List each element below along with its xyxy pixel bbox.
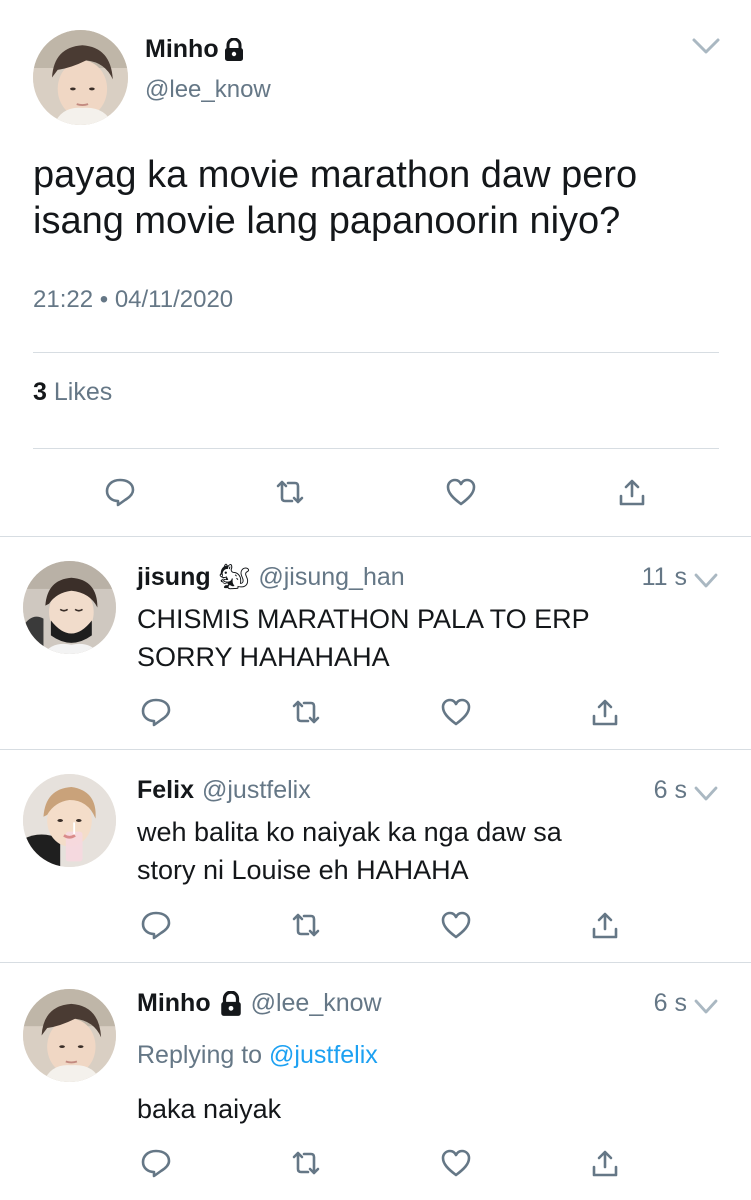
reply-button[interactable] (136, 905, 176, 945)
lock-icon (220, 990, 241, 1016)
share-button[interactable] (585, 1143, 625, 1183)
reply-header: jisung 🐿 @jisung_han (137, 563, 405, 592)
chevron-down-icon[interactable] (692, 784, 720, 804)
avatar[interactable] (33, 30, 128, 125)
share-icon (592, 699, 618, 726)
reply-icon (105, 478, 135, 507)
likes-number: 3 (33, 378, 47, 406)
author-handle[interactable]: @jisung_han (258, 563, 404, 592)
author-name[interactable]: Felix (137, 776, 194, 805)
reply-header: Felix @justfelix (137, 776, 311, 805)
likes-count[interactable]: 3 Likes (33, 378, 112, 407)
retweet-icon (292, 700, 320, 724)
reply-timestamp: 6 s (653, 989, 687, 1017)
likes-label: Likes (53, 378, 113, 406)
chipmunk-emoji: 🐿 (218, 563, 251, 591)
time-separator: • (99, 286, 109, 313)
share-button[interactable] (612, 472, 652, 512)
reply-tweet[interactable]: Minho @lee_know 6 s Replying to @justfel… (0, 963, 751, 1200)
main-tweet: Minho @lee_know payag ka movie marathon … (0, 0, 751, 536)
avatar[interactable] (23, 989, 116, 1082)
tweet-text-line: story ni Louise eh HAHAHA (137, 855, 469, 885)
mention-link[interactable]: @justfelix (269, 1041, 378, 1069)
tweet-text: payag ka movie marathon daw pero isang m… (33, 152, 723, 244)
reply-tweet[interactable]: Felix @justfelix 6 s weh balita ko naiya… (0, 750, 751, 962)
share-icon (592, 912, 618, 939)
share-icon (619, 479, 645, 506)
author-name[interactable]: Minho (145, 35, 245, 64)
divider (33, 448, 719, 449)
reply-header: Minho @lee_know (137, 989, 382, 1018)
retweet-button[interactable] (286, 1143, 326, 1183)
avatar[interactable] (23, 774, 116, 867)
chevron-down-icon[interactable] (690, 34, 722, 58)
avatar[interactable] (23, 561, 116, 654)
tweet-text-line: CHISMIS MARATHON PALA TO ERP (137, 604, 590, 634)
reply-button[interactable] (136, 1143, 176, 1183)
like-button[interactable] (436, 905, 476, 945)
tweet-text: baka naiyak (137, 1090, 697, 1128)
like-button[interactable] (436, 1143, 476, 1183)
tweet-text-line: SORRY HAHAHAHA (137, 642, 390, 672)
tweet-date: 04/11/2020 (114, 286, 234, 313)
retweet-icon (292, 1151, 320, 1175)
share-button[interactable] (585, 905, 625, 945)
like-button[interactable] (436, 692, 476, 732)
divider (33, 352, 719, 353)
retweet-icon (276, 480, 304, 504)
share-button[interactable] (585, 692, 625, 732)
tweet-text-line: baka naiyak (137, 1094, 282, 1124)
retweet-icon (292, 913, 320, 937)
tweet-text: CHISMIS MARATHON PALA TO ERP SORRY HAHAH… (137, 600, 697, 676)
retweet-button[interactable] (286, 692, 326, 732)
reply-tweet[interactable]: jisung 🐿 @jisung_han 11 s CHISMIS MARATH… (0, 537, 751, 749)
lock-icon (224, 37, 243, 61)
tweet-time: 21:22 (33, 286, 94, 313)
author-handle[interactable]: @justfelix (202, 776, 311, 805)
reply-button[interactable] (100, 472, 140, 512)
author-name-text: Minho (145, 35, 219, 63)
author-handle[interactable]: @lee_know (145, 76, 271, 104)
reply-timestamp: 11 s (641, 563, 687, 591)
like-icon (446, 478, 476, 506)
replying-prefix: Replying to (137, 1041, 263, 1069)
author-name[interactable]: jisung (137, 563, 211, 592)
tweet-text-line: isang movie lang papanoorin niyo? (33, 200, 621, 242)
tweet-text: weh balita ko naiyak ka nga daw sa story… (137, 813, 697, 889)
tweet-timestamp: 21:22 • 04/11/2020 (33, 286, 233, 314)
like-icon (441, 698, 471, 726)
chevron-down-icon[interactable] (692, 997, 720, 1017)
reply-icon (141, 1149, 171, 1178)
like-button[interactable] (441, 472, 481, 512)
reply-icon (141, 698, 171, 727)
replying-to: Replying to @justfelix (137, 1041, 378, 1070)
like-icon (441, 911, 471, 939)
retweet-button[interactable] (286, 905, 326, 945)
reply-button[interactable] (136, 692, 176, 732)
reply-icon (141, 911, 171, 940)
chevron-down-icon[interactable] (692, 571, 720, 591)
reply-timestamp: 6 s (653, 776, 687, 804)
author-name[interactable]: Minho (137, 989, 211, 1018)
author-handle[interactable]: @lee_know (251, 989, 382, 1018)
tweet-text-line: weh balita ko naiyak ka nga daw sa (137, 817, 562, 847)
like-icon (441, 1149, 471, 1177)
share-icon (592, 1150, 618, 1177)
retweet-button[interactable] (270, 472, 310, 512)
tweet-text-line: payag ka movie marathon daw pero (33, 154, 638, 196)
